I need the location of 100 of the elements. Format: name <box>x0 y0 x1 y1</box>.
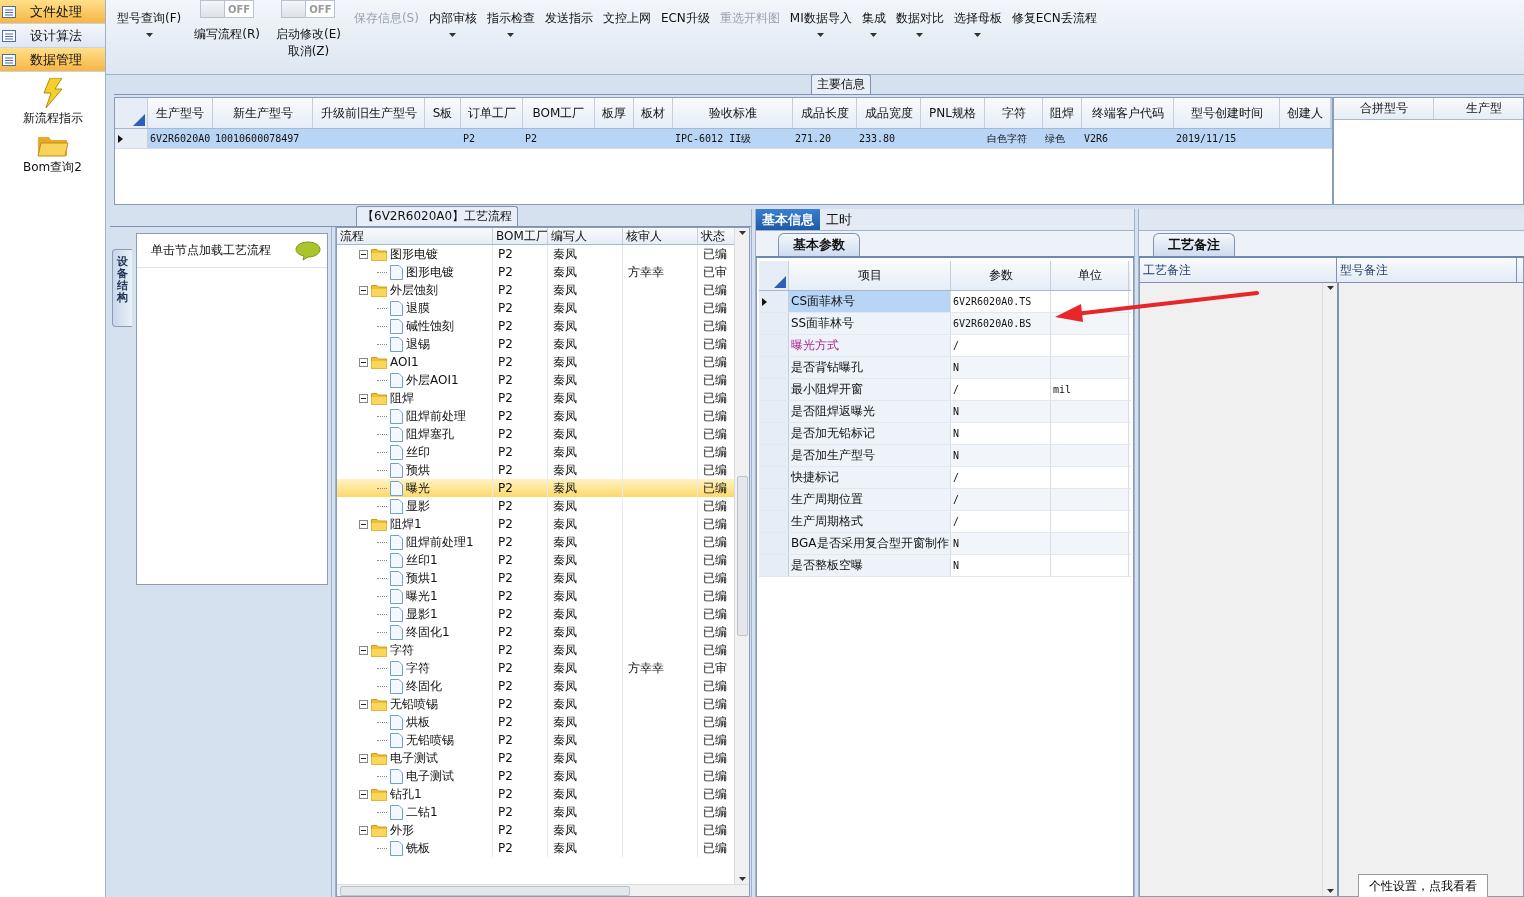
menu-item[interactable]: 设计算法 <box>0 24 105 48</box>
menu-item[interactable]: 数据管理 <box>0 48 105 72</box>
column-header[interactable]: 阻焊 <box>1043 98 1082 128</box>
parameter-row[interactable]: 生产周期位置 / <box>759 489 1131 511</box>
column-header[interactable]: S板 <box>425 98 461 128</box>
parameter-row[interactable]: 最小阻焊开窗 / mil <box>759 379 1131 401</box>
vertical-scrollbar[interactable] <box>734 228 749 884</box>
toolbar-button[interactable]: 选择母板 <box>950 0 1005 62</box>
menu-item[interactable]: 文件处理 <box>0 0 105 24</box>
table-cell: CS面菲林号 <box>789 291 951 312</box>
expander-icon[interactable] <box>359 825 368 835</box>
column-header[interactable]: 创建人 <box>1280 98 1331 128</box>
column-header[interactable]: 单位 <box>1051 261 1129 290</box>
shortcut-label[interactable]: Bom查询2 <box>23 159 82 176</box>
node-label: 铣板 <box>406 839 430 857</box>
parameter-row[interactable]: 生产周期格式 / <box>759 511 1131 533</box>
tab[interactable]: 工时 <box>820 209 858 230</box>
parameter-row[interactable]: 是否背钻曝孔 N <box>759 357 1131 379</box>
column-header[interactable]: 成品宽度 <box>857 98 921 128</box>
column-header[interactable]: 项目 <box>789 261 951 290</box>
column-header[interactable]: 验收标准 <box>673 98 793 128</box>
node-label: 电子测试 <box>406 767 454 785</box>
toolbar-button[interactable]: 集成 <box>858 0 889 62</box>
column-header[interactable]: 升级前旧生产型号 <box>313 98 425 128</box>
column-header[interactable]: 终端客户代码 <box>1082 98 1174 128</box>
column-header[interactable]: 型号备注 <box>1337 258 1517 282</box>
parameter-row[interactable]: 是否加无铅标记 N <box>759 423 1131 445</box>
expander-icon[interactable] <box>359 699 368 709</box>
column-header[interactable]: 流程 <box>337 228 493 244</box>
column-header[interactable]: 生产型号 <box>148 98 213 128</box>
side-tab[interactable]: 设备结构 <box>112 249 132 327</box>
toolbar-button[interactable]: 修复ECN丢流程 <box>1008 0 1100 62</box>
sub-tab[interactable]: 基本参数 <box>778 233 860 256</box>
table-cell: P2 <box>493 389 548 407</box>
node-label: 电子测试 <box>390 749 438 767</box>
tree-row[interactable]: 曝光 P2 秦凤 已编 <box>337 479 734 497</box>
expander-icon[interactable] <box>359 753 368 763</box>
column-header[interactable]: 核审人 <box>623 228 698 244</box>
expander-icon[interactable] <box>359 393 368 403</box>
column-header[interactable]: 工艺备注 <box>1140 258 1337 282</box>
column-header[interactable]: PNL规格 <box>921 98 985 128</box>
column-header[interactable]: 型号创建时间 <box>1174 98 1280 128</box>
node-label: 阻焊1 <box>390 515 422 533</box>
table-cell: P2 <box>493 785 548 803</box>
parameter-row[interactable]: 是否阻焊返曝光 N <box>759 401 1131 423</box>
column-header[interactable]: 参数 <box>951 261 1051 290</box>
expander-icon[interactable] <box>359 519 368 529</box>
parameter-row[interactable]: CS面菲林号 6V2R6020A0.TS <box>759 291 1131 313</box>
column-header[interactable]: BOM工厂 <box>493 228 548 244</box>
scrollbar-thumb[interactable] <box>340 885 630 896</box>
column-header[interactable]: 新生产型号 <box>213 98 313 128</box>
parameter-row[interactable]: 是否整板空曝 N <box>759 555 1131 577</box>
shortcut-label[interactable]: 新流程指示 <box>22 110 83 127</box>
table-cell: 6V2R6020A0.BS <box>951 313 1051 334</box>
expander-icon[interactable] <box>359 357 368 367</box>
toolbar-button[interactable]: 发送指示 <box>541 0 596 62</box>
table-cell: P2 <box>493 677 548 695</box>
table-cell: N <box>951 401 1051 422</box>
toolbar-button[interactable]: 数据对比 <box>892 0 947 62</box>
column-header[interactable]: 订单工厂 <box>461 98 523 128</box>
toolbar-button[interactable]: 型号查询(F) <box>114 0 185 62</box>
node-label: 外层蚀刻 <box>390 281 438 299</box>
document-icon <box>390 732 403 748</box>
toolbar-button[interactable]: 文控上网 <box>599 0 654 62</box>
node-label: 退锡 <box>406 335 430 353</box>
tip-button[interactable]: 个性设置，点我看看 <box>1358 874 1488 897</box>
node-label: 烘板 <box>406 713 430 731</box>
tab[interactable]: 基本信息 <box>756 209 820 230</box>
toolbar-button[interactable]: ECN升级 <box>657 0 713 62</box>
table-cell: 秦凤 <box>548 533 623 551</box>
column-header[interactable]: 生产型 <box>1434 98 1523 119</box>
table-row[interactable]: 6V2R6020A0 10010600078497 P2 P2 IPC-6012 II级 271.20 233.80 白色字符 绿色 V2R6 2019/11/15 <box>115 129 1332 149</box>
parameter-row[interactable]: 快捷标记 / <box>759 467 1131 489</box>
column-header[interactable]: 板厚 <box>595 98 634 128</box>
expander-icon[interactable] <box>359 645 368 655</box>
column-header[interactable]: 合拼型号 <box>1334 98 1434 119</box>
horizontal-scrollbar[interactable] <box>337 884 749 896</box>
document-icon <box>390 570 403 586</box>
column-header[interactable]: 字符 <box>985 98 1043 128</box>
toolbar-button[interactable]: 内部审核 <box>425 0 480 62</box>
vertical-scrollbar[interactable] <box>1322 283 1337 896</box>
parameter-row[interactable]: 曝光方式 / <box>759 335 1131 357</box>
table-cell: SS面菲林号 <box>789 313 951 334</box>
column-header[interactable]: 板材 <box>634 98 673 128</box>
table-cell: 秦凤 <box>548 389 623 407</box>
expander-icon[interactable] <box>359 285 368 295</box>
toolbar-button[interactable]: 指示检查 <box>483 0 538 62</box>
table-cell: 秦凤 <box>548 731 623 749</box>
column-header[interactable]: BOM工厂 <box>523 98 595 128</box>
table-cell-text: P2 <box>462 132 477 146</box>
expander-icon[interactable] <box>359 789 368 799</box>
parameter-row[interactable]: SS面菲林号 6V2R6020A0.BS <box>759 313 1131 335</box>
sub-tab[interactable]: 工艺备注 <box>1153 233 1235 256</box>
expander-icon[interactable] <box>359 249 368 259</box>
parameter-row[interactable]: 是否加生产型号 N <box>759 445 1131 467</box>
column-header[interactable]: 编写人 <box>548 228 623 244</box>
column-header[interactable]: 成品长度 <box>793 98 857 128</box>
parameter-row[interactable]: BGA是否采用复合型开窗制作 N <box>759 533 1131 555</box>
scrollbar-thumb[interactable] <box>736 476 748 636</box>
toolbar-button[interactable]: MI数据导入 <box>786 0 855 62</box>
